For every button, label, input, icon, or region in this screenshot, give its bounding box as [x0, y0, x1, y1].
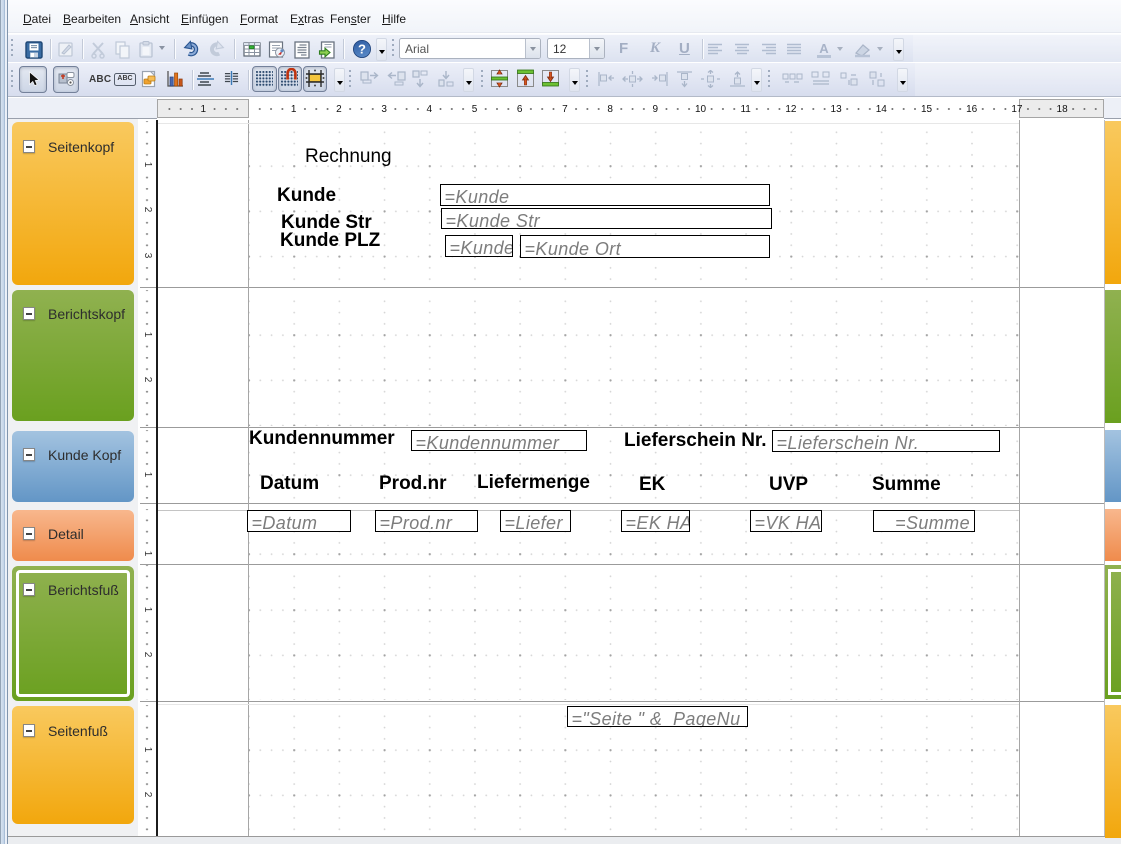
- svg-text:?: ?: [358, 41, 366, 56]
- svg-text:A: A: [819, 41, 829, 56]
